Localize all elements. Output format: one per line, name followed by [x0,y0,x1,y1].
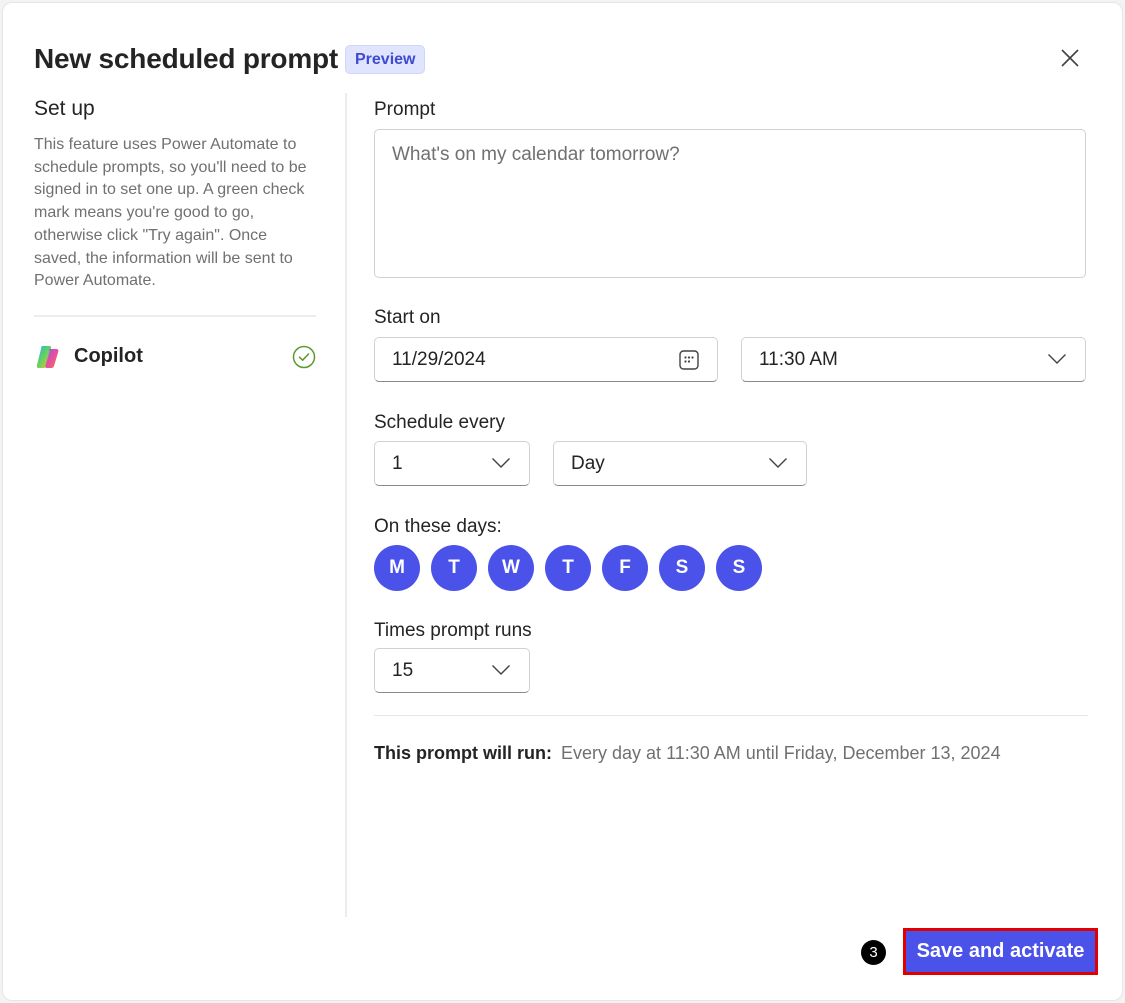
day-toggle-monday[interactable]: M [374,545,420,591]
run-summary: This prompt will run: Every day at 11:30… [374,743,1001,764]
chevron-down-icon [1048,354,1066,364]
schedule-every-label: Schedule every [374,412,505,433]
close-button[interactable] [1055,43,1085,73]
day-toggle-friday[interactable]: F [602,545,648,591]
times-runs-label: Times prompt runs [374,620,532,641]
step-marker: 3 [861,940,886,965]
day-toggle-thursday[interactable]: T [545,545,591,591]
prompt-label: Prompt [374,99,436,120]
days-label: On these days: [374,516,502,537]
setup-description: This feature uses Power Automate to sche… [34,136,307,290]
copilot-logo-icon [36,345,59,368]
start-time-dropdown[interactable]: 11:30 AM [741,337,1086,382]
close-icon [1061,49,1079,67]
calendar-icon[interactable] [678,349,700,371]
chevron-down-icon [769,458,787,468]
day-toggle-saturday[interactable]: S [659,545,705,591]
divider [34,314,316,317]
day-toggle-wednesday[interactable]: W [488,545,534,591]
day-toggle-tuesday[interactable]: T [431,545,477,591]
unit-dropdown[interactable]: Day [553,441,807,486]
day-selector: M T W T F S S [374,545,762,591]
dialog-title: New scheduled prompt [34,43,339,74]
start-on-label: Start on [374,307,441,328]
start-date-input[interactable]: 11/29/2024 [374,337,718,382]
summary-value: Every day at 11:30 AM until Friday, Dece… [561,743,1001,763]
start-date-value: 11/29/2024 [392,348,486,370]
save-and-activate-button[interactable]: Save and activate [903,928,1098,975]
setup-panel: Set up This feature uses Power Automate … [34,93,316,372]
connection-copilot: Copilot [34,342,316,372]
preview-badge: Preview [345,45,426,74]
interval-dropdown[interactable]: 1 [374,441,530,486]
times-runs-value: 15 [392,659,414,681]
prompt-placeholder: What's on my calendar tomorrow? [392,144,680,165]
chevron-down-icon [492,458,510,468]
check-circle-icon [292,345,316,369]
scheduled-prompt-dialog: New scheduled prompt Preview Set up This… [2,2,1123,1001]
divider [374,715,1088,716]
setup-title: Set up [34,97,95,120]
unit-value: Day [571,452,605,474]
connection-name: Copilot [74,345,143,368]
prompt-input[interactable]: What's on my calendar tomorrow? [374,129,1086,278]
summary-label: This prompt will run: [374,743,552,763]
vertical-divider [345,93,347,917]
interval-value: 1 [392,452,403,474]
chevron-down-icon [492,665,510,675]
start-time-value: 11:30 AM [759,348,838,370]
day-toggle-sunday[interactable]: S [716,545,762,591]
times-runs-dropdown[interactable]: 15 [374,648,530,693]
